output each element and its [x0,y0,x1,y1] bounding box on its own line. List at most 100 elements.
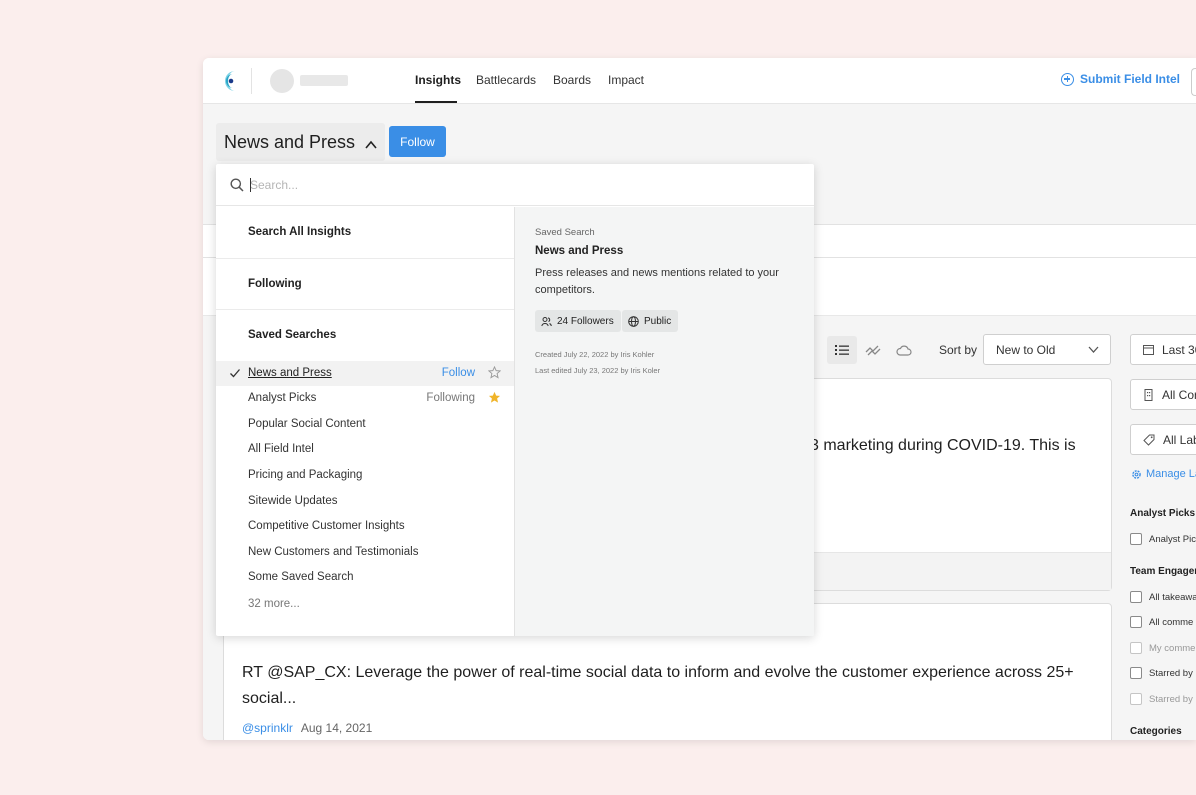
users-icon [541,316,552,326]
date-range-filter[interactable]: Last 30 [1130,334,1196,365]
companies-value: All Cor [1162,387,1196,402]
saved-search-item[interactable]: Sitewide Updates [216,489,514,514]
saved-search-label: Sitewide Updates [248,495,338,507]
saved-search-item[interactable]: Competitive Customer Insights [216,514,514,539]
dropdown-search [216,164,814,206]
edited-meta: Last edited July 23, 2022 by Iris Koler [535,366,661,375]
date-range-value: Last 30 [1162,342,1196,357]
saved-search-label: All Field Intel [248,443,314,455]
team-engagement-option[interactable]: All takeawa [1130,591,1196,603]
checkbox[interactable] [1130,642,1142,654]
saved-search-label: Pricing and Packaging [248,469,363,481]
saved-search-item[interactable]: New Customers and Testimonials [216,540,514,565]
manage-labels-label: Manage La [1146,468,1196,480]
globe-icon [628,315,639,327]
team-engagement-option[interactable]: Starred by [1130,693,1193,705]
divider [216,258,514,259]
submit-field-intel-button[interactable]: Submit Field Intel [1061,72,1180,86]
checkbox[interactable] [1130,591,1142,603]
detail-description: Press releases and news mentions related… [535,267,779,296]
text-cursor [250,178,251,192]
checkbox[interactable] [1130,667,1142,679]
manage-labels-link[interactable]: Manage La [1131,468,1196,480]
trend-view-icon[interactable] [865,342,881,358]
team-engagement-heading: Team Engager [1130,566,1196,577]
labels-filter[interactable]: All Lab [1130,424,1196,455]
analyst-picks-checkbox[interactable]: Analyst Pic [1130,533,1196,545]
page-title: News and Press [224,131,356,152]
list-view-toggle[interactable] [827,336,857,364]
companies-filter[interactable]: All Cor [1130,379,1196,410]
cloud-view-icon[interactable] [896,342,912,358]
followers-badge[interactable]: 24 Followers [535,310,621,332]
tag-icon [1143,434,1155,446]
star-filled-icon[interactable] [488,391,501,404]
source-handle-link[interactable]: @sprinklr [242,721,293,735]
app-window: Insights Battlecards Boards Impact Submi… [203,58,1196,740]
visibility-value: Public [644,315,672,327]
plus-circle-icon [1061,72,1074,86]
team-engagement-option[interactable]: Starred by [1130,667,1193,679]
tab-battlecards[interactable]: Battlecards [476,73,536,87]
show-more-link[interactable]: 32 more... [248,598,300,610]
post-date: Aug 14, 2021 [300,721,373,735]
saved-search-list: Search All Insights Following Saved Sear… [216,207,514,636]
overflow-button[interactable] [1191,68,1196,96]
star-outline-icon[interactable] [488,366,501,379]
nav-divider [251,68,252,94]
tab-impact[interactable]: Impact [608,73,644,87]
avatar[interactable] [270,69,294,93]
checkbox[interactable] [1130,693,1142,705]
visibility-badge[interactable]: Public [622,310,679,332]
following-item[interactable]: Following [248,278,302,290]
tab-boards[interactable]: Boards [553,73,591,87]
saved-search-label: New Customers and Testimonials [248,546,419,558]
followers-count: 24 Followers [557,315,614,327]
checkbox[interactable] [1130,533,1142,545]
calendar-icon [1143,345,1154,355]
created-meta: Created July 22, 2022 by Iris Kohler [535,350,655,359]
search-icon [230,178,244,192]
divider [216,309,514,310]
saved-search-item[interactable]: News and Press Follow [216,361,514,386]
follow-button[interactable]: Follow [389,126,446,157]
checkbox[interactable] [1130,616,1142,628]
insight-card-text: 3 marketing during COVID-19. This is [810,437,1076,454]
follow-link[interactable]: Follow [442,367,475,379]
team-engagement-option[interactable]: My comme [1130,642,1195,654]
insight-card-text: RT @SAP_CX: Leverage the power of real-t… [242,664,1074,707]
search-input[interactable] [250,174,750,196]
app-logo-icon[interactable] [221,69,241,93]
saved-search-selector[interactable]: News and Press [216,123,386,161]
active-tab-indicator [415,101,457,103]
checkbox-label: My comme [1149,642,1196,654]
saved-search-detail: Saved Search News and Press Press releas… [514,207,814,636]
sort-dropdown[interactable]: New to Old [983,334,1111,365]
saved-search-label: Popular Social Content [248,418,366,430]
labels-value: All Lab [1163,432,1196,447]
search-all-insights-item[interactable]: Search All Insights [248,226,351,238]
checkbox-label: Starred by [1149,693,1193,705]
checkbox-label: Analyst Pic [1149,533,1196,545]
checkbox-label: Starred by [1149,667,1193,679]
checkmark-icon [230,369,240,378]
saved-search-item[interactable]: All Field Intel [216,437,514,462]
saved-search-dropdown: Search All Insights Following Saved Sear… [216,164,814,636]
submit-field-intel-label: Submit Field Intel [1080,72,1181,86]
following-status[interactable]: Following [426,392,475,404]
saved-search-item[interactable]: Pricing and Packaging [216,463,514,488]
saved-search-item[interactable]: Some Saved Search [216,565,514,590]
chevron-down-icon [1088,346,1099,353]
chevron-up-icon [365,140,377,149]
top-nav: Insights Battlecards Boards Impact Submi… [203,58,1196,104]
saved-search-label: News and Press [248,367,332,379]
saved-search-item[interactable]: Analyst Picks Following [216,386,514,411]
sort-value: New to Old [996,343,1056,357]
detail-kicker: Saved Search [535,227,595,238]
tab-insights[interactable]: Insights [415,73,461,87]
building-icon [1144,388,1153,401]
account-name-placeholder [300,75,348,86]
team-engagement-option[interactable]: All comme [1130,616,1193,628]
insight-card-meta: @sprinklr Aug 14, 2021 [242,721,372,735]
saved-search-item[interactable]: Popular Social Content [216,412,514,437]
